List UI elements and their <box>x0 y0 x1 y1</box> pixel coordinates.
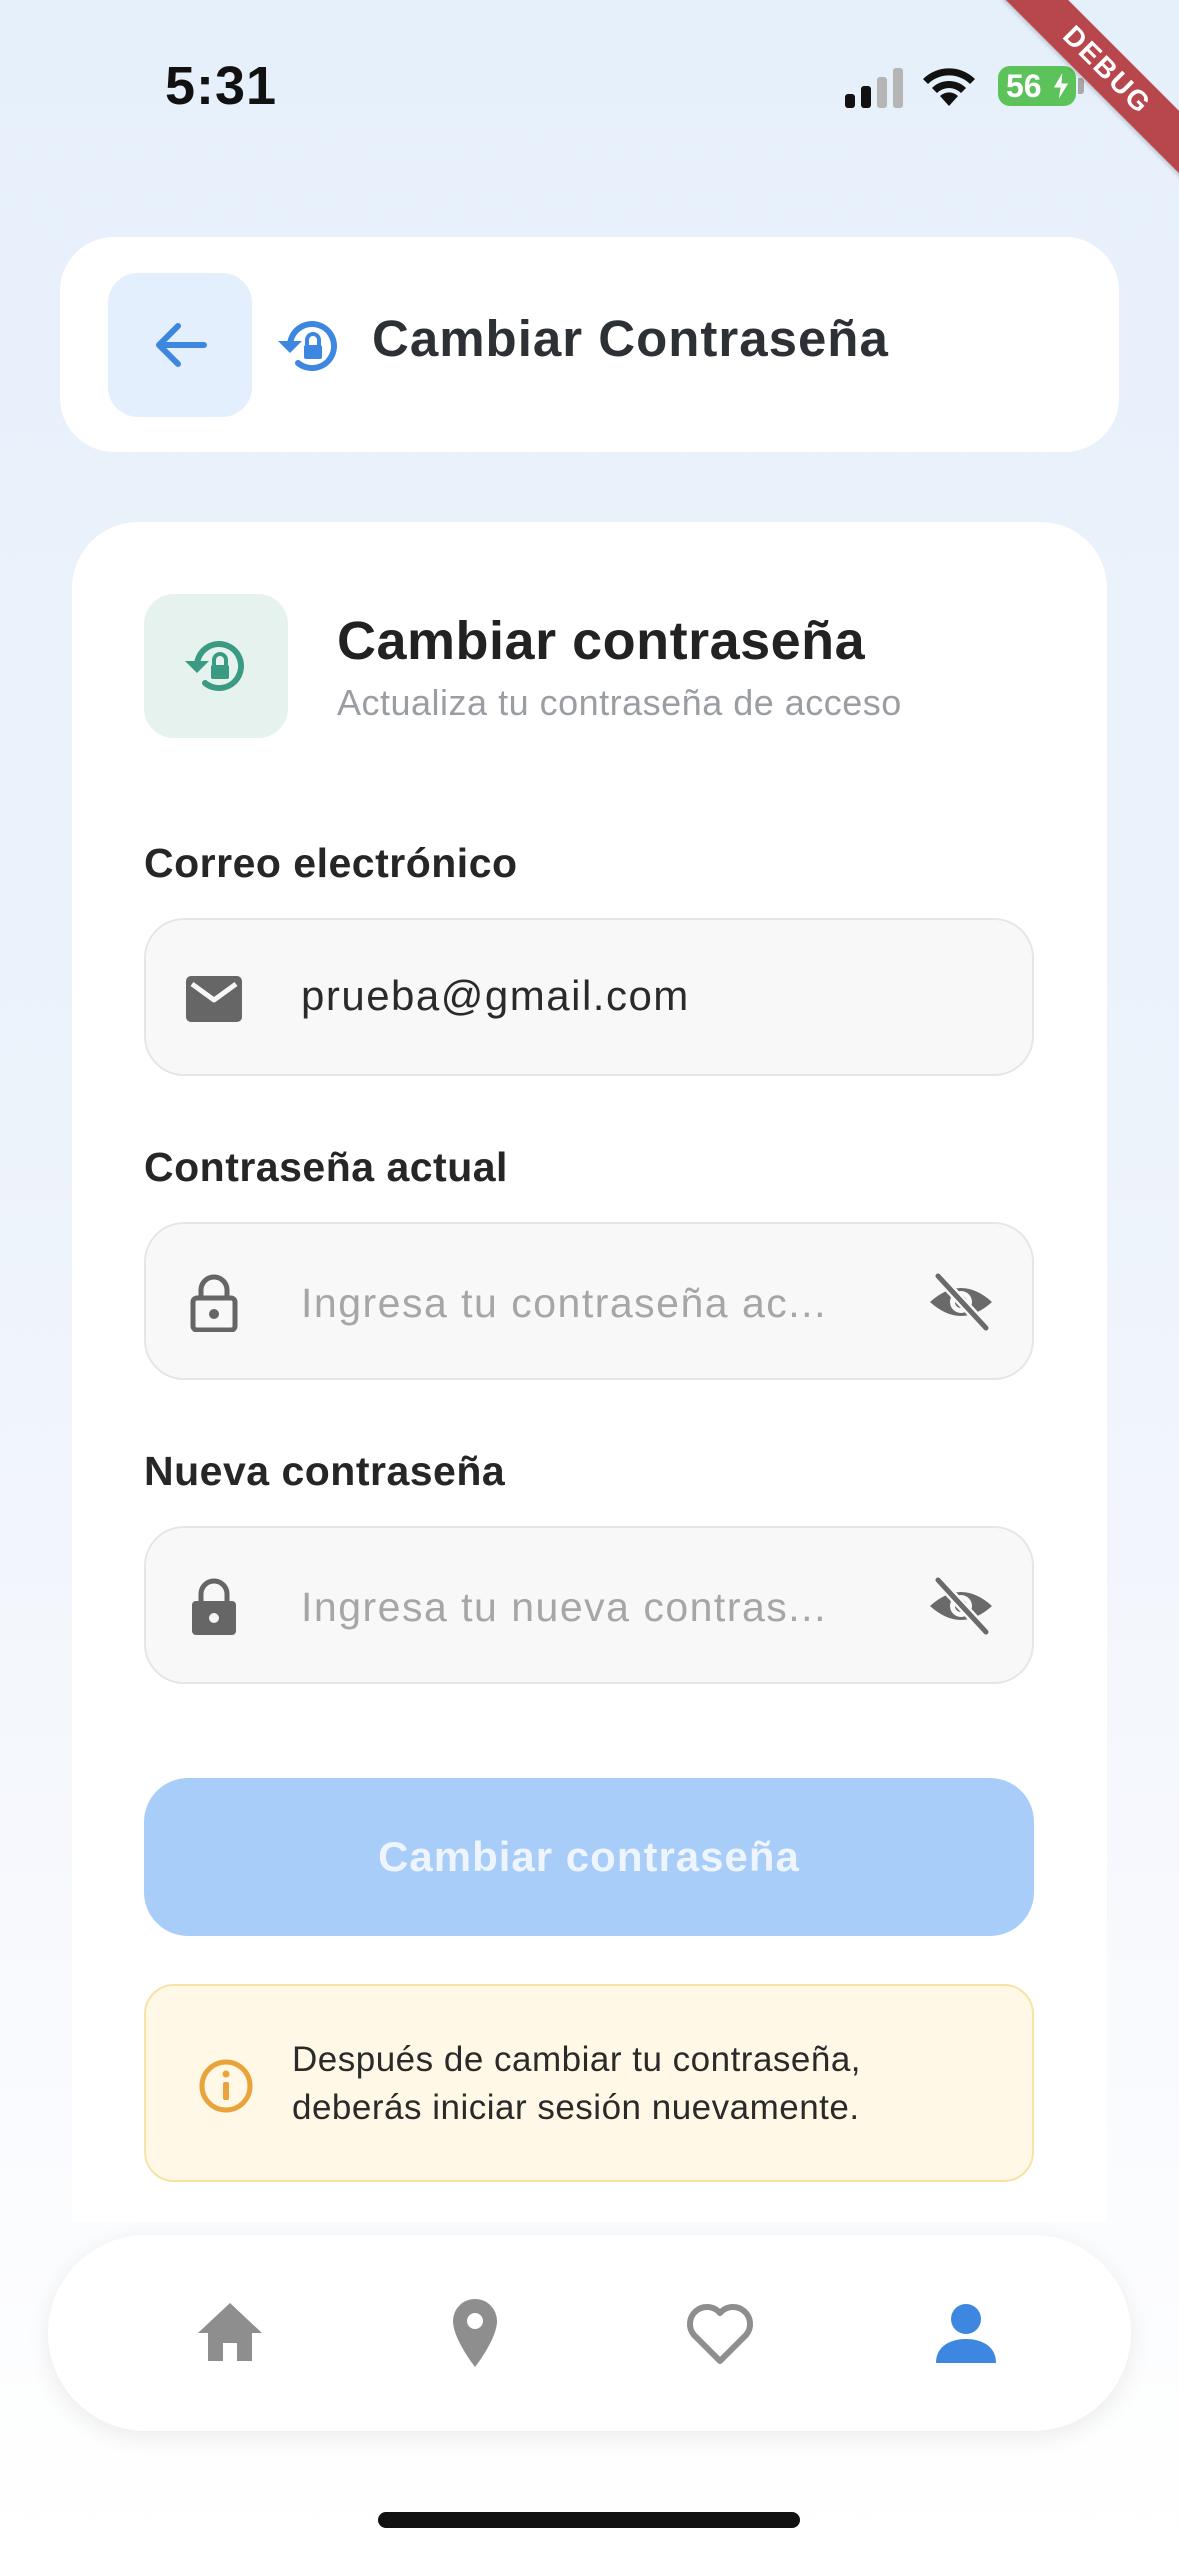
info-line-2: deberás iniciar sesión nuevamente. <box>292 2088 860 2127</box>
current-password-label: Contraseña actual <box>144 1144 508 1190</box>
status-bar: 5:31 56 <box>0 0 1179 150</box>
battery-cap <box>1078 78 1084 94</box>
info-line-1: Después de cambiar tu contraseña, <box>292 2040 862 2079</box>
location-pin-icon[interactable] <box>435 2293 515 2373</box>
current-password-input[interactable] <box>301 1268 861 1338</box>
info-notice: Después de cambiar tu contraseña, deberá… <box>144 1984 1034 2182</box>
battery-indicator: 56 <box>998 66 1076 106</box>
home-icon[interactable] <box>190 2293 270 2373</box>
info-text: Después de cambiar tu contraseña, deberá… <box>292 2036 861 2132</box>
envelope-icon <box>186 976 242 1022</box>
person-icon[interactable] <box>926 2293 1006 2373</box>
eye-off-icon[interactable] <box>926 1574 996 1638</box>
battery-level: 56 <box>1006 67 1042 104</box>
app-header: Cambiar Contraseña <box>60 237 1119 452</box>
lock-reset-icon <box>278 321 337 372</box>
change-password-card: Cambiar contraseña Actualiza tu contrase… <box>72 522 1107 2222</box>
wifi-icon <box>923 68 975 106</box>
new-password-input[interactable] <box>301 1572 861 1642</box>
home-indicator <box>378 2512 800 2528</box>
back-button[interactable] <box>108 273 252 417</box>
card-title: Cambiar contraseña <box>337 611 866 671</box>
info-icon <box>199 2059 253 2113</box>
email-value: prueba@gmail.com <box>301 972 690 1019</box>
email-label: Correo electrónico <box>144 840 518 886</box>
email-field[interactable]: prueba@gmail.com <box>144 918 1034 1076</box>
change-password-button[interactable]: Cambiar contraseña <box>144 1778 1034 1936</box>
card-icon-box <box>144 594 288 738</box>
card-subtitle: Actualiza tu contraseña de acceso <box>337 682 902 723</box>
arrow-left-icon <box>156 323 207 367</box>
lock-reset-icon <box>185 641 244 692</box>
new-password-label: Nueva contraseña <box>144 1448 506 1494</box>
heart-outline-icon[interactable] <box>680 2293 760 2373</box>
charging-bolt-icon <box>1052 71 1070 101</box>
lock-icon <box>192 1578 236 1635</box>
signal-icon <box>845 68 903 108</box>
status-time: 5:31 <box>165 56 278 116</box>
bottom-navigation <box>48 2235 1131 2431</box>
eye-off-icon[interactable] <box>926 1270 996 1334</box>
lock-outline-icon <box>190 1274 238 1332</box>
new-password-field[interactable] <box>144 1526 1034 1684</box>
current-password-field[interactable] <box>144 1222 1034 1380</box>
page-title: Cambiar Contraseña <box>372 310 889 367</box>
